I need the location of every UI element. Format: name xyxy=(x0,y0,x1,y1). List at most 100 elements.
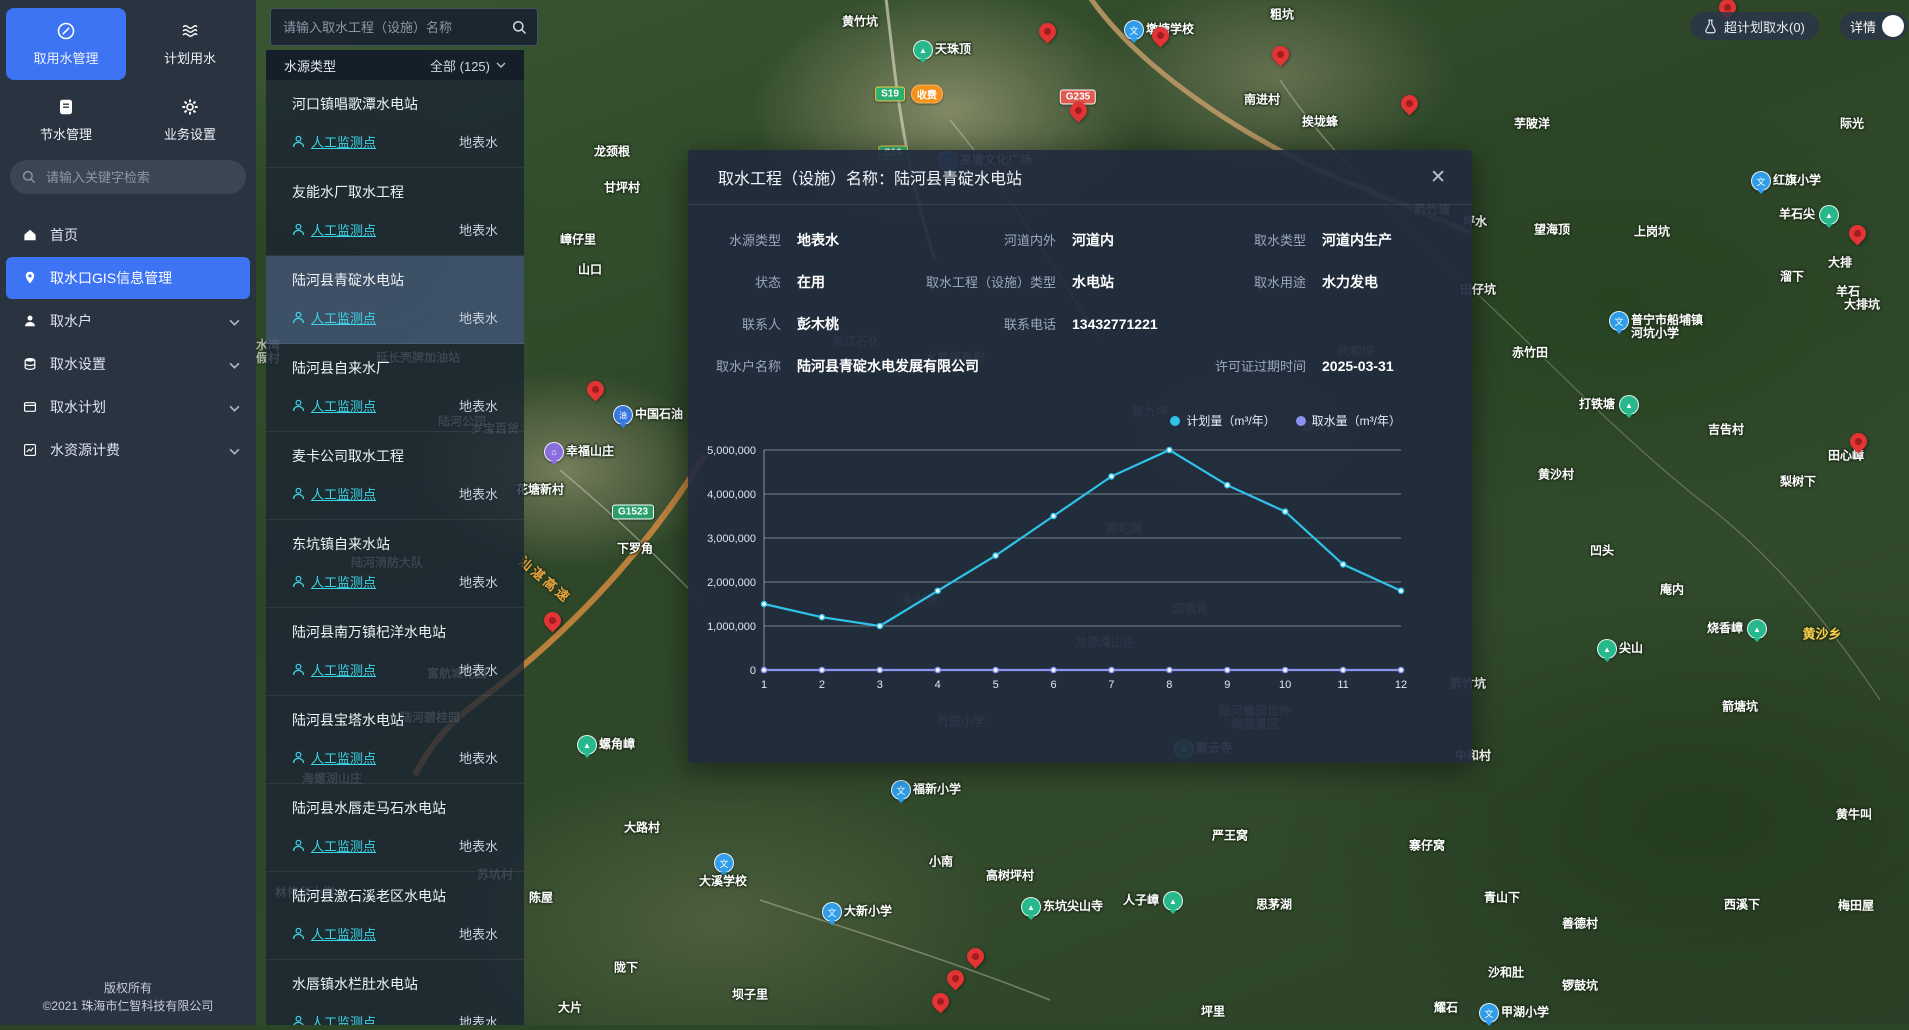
station-name: 河口镇唱歌潭水电站 xyxy=(292,94,498,114)
list-item[interactable]: 友能水厂取水工程人工监测点地表水 xyxy=(266,168,524,256)
filter-value: 全部 (125) xyxy=(430,56,490,75)
blue-poi-icon[interactable]: 文 xyxy=(1609,311,1629,331)
svg-text:7: 7 xyxy=(1108,679,1114,690)
monitor-link[interactable]: 人工监测点 xyxy=(292,1012,376,1025)
list-item[interactable]: 陆河县宝塔水电站人工监测点地表水 xyxy=(266,696,524,784)
flask-icon xyxy=(1704,19,1717,34)
green-poi-icon[interactable]: ▲ xyxy=(1021,897,1041,917)
list-item[interactable]: 河口镇唱歌潭水电站人工监测点地表水 xyxy=(266,80,524,168)
monitor-link[interactable]: 人工监测点 xyxy=(292,484,376,503)
module-3[interactable]: 节水管理 xyxy=(6,84,126,156)
list-item[interactable]: 陆河县水唇走马石水电站人工监测点地表水 xyxy=(266,784,524,872)
green-poi-icon[interactable]: ▲ xyxy=(1747,619,1767,639)
monitor-link[interactable]: 人工监测点 xyxy=(292,396,376,415)
sidebar-item-5[interactable]: 取水计划 xyxy=(0,386,256,428)
field-label: 许可证过期时间 xyxy=(1188,356,1306,375)
module-4[interactable]: 业务设置 xyxy=(130,84,250,156)
map-label: 芋陂洋 xyxy=(1514,118,1550,131)
blue-poi-icon[interactable]: 文 xyxy=(822,902,842,922)
station-name: 水唇镇水栏肚水电站 xyxy=(292,974,498,994)
monitor-link[interactable]: 人工监测点 xyxy=(292,660,376,679)
sidebar-item-4[interactable]: 取水设置 xyxy=(0,343,256,385)
field-label: 状态 xyxy=(696,272,781,291)
map-label: 南进村 xyxy=(1244,94,1280,107)
station-name: 陆河县宝塔水电站 xyxy=(292,710,498,730)
map-label: 严王窝 xyxy=(1212,830,1248,843)
modal-field: 联系人彭木桃 xyxy=(696,314,839,334)
over-plan-label: 超计划取水(0) xyxy=(1724,17,1805,36)
search-icon[interactable] xyxy=(512,20,527,35)
field-label: 取水用途 xyxy=(1188,272,1306,291)
list-item[interactable]: 陆河县激石溪老区水电站人工监测点地表水 xyxy=(266,872,524,960)
modal-field: 取水用途水力发电 xyxy=(1188,272,1378,292)
green-poi-icon[interactable]: ▲ xyxy=(1597,639,1617,659)
sidebar-search-input[interactable] xyxy=(44,169,234,186)
database-icon xyxy=(22,356,38,372)
filter-label: 水源类型 xyxy=(284,56,336,75)
toggle-knob[interactable] xyxy=(1882,15,1904,37)
poi-label: 大溪学校 xyxy=(699,875,747,888)
sidebar-item-label: 取水计划 xyxy=(50,397,217,417)
monitor-link[interactable]: 人工监测点 xyxy=(292,132,376,151)
list-item[interactable]: 麦卡公司取水工程人工监测点地表水 xyxy=(266,432,524,520)
list-item[interactable]: 陆河县自来水厂人工监测点地表水 xyxy=(266,344,524,432)
svg-text:4: 4 xyxy=(935,679,941,690)
module-2[interactable]: 计划用水 xyxy=(130,8,250,80)
blue-poi-icon[interactable]: 文 xyxy=(1479,1003,1499,1023)
field-value: 水力发电 xyxy=(1322,272,1378,292)
green-poi-icon[interactable]: ▲ xyxy=(1163,891,1183,911)
detail-toggle[interactable]: 详情 xyxy=(1840,12,1908,40)
list-item[interactable]: 水唇镇水栏肚水电站人工监测点地表水 xyxy=(266,960,524,1025)
station-list: 河口镇唱歌潭水电站人工监测点地表水友能水厂取水工程人工监测点地表水陆河县青碇水电… xyxy=(266,80,524,1025)
green-poi-icon[interactable]: ▲ xyxy=(1819,205,1839,225)
sidebar-item-1[interactable]: 首页 xyxy=(0,214,256,256)
station-list-panel: 水源类型 全部 (125) 河口镇唱歌潭水电站人工监测点地表水友能水厂取水工程人… xyxy=(266,50,524,1025)
sidebar-item-2[interactable]: 取水口GIS信息管理 xyxy=(6,257,250,299)
source-filter-dropdown[interactable]: 全部 (125) xyxy=(430,56,506,75)
station-name: 陆河县自来水厂 xyxy=(292,358,498,378)
map-label: 梨树下 xyxy=(1780,476,1816,489)
blue-poi-icon[interactable]: 文 xyxy=(1124,20,1144,40)
list-item[interactable]: 陆河县南万镇杞洋水电站人工监测点地表水 xyxy=(266,608,524,696)
map-label: 锣鼓坑 xyxy=(1562,980,1598,993)
station-name: 东坑镇自来水站 xyxy=(292,534,498,554)
poi-label: 幸福山庄 xyxy=(566,445,614,458)
monitor-link[interactable]: 人工监测点 xyxy=(292,572,376,591)
close-icon[interactable]: ✕ xyxy=(1430,168,1446,187)
field-label: 联系电话 xyxy=(896,314,1056,333)
module-1[interactable]: 取用水管理 xyxy=(6,8,126,80)
gas-poi-icon[interactable]: 油 xyxy=(613,405,633,425)
list-item[interactable]: 东坑镇自来水站人工监测点地表水 xyxy=(266,520,524,608)
map-label: 甘坪村 xyxy=(604,182,640,195)
svg-text:3: 3 xyxy=(877,679,883,690)
person-icon xyxy=(22,313,38,329)
monitor-link[interactable]: 人工监测点 xyxy=(292,924,376,943)
sidebar-search-box[interactable] xyxy=(10,160,246,194)
field-value: 彭木桃 xyxy=(797,314,839,334)
list-item[interactable]: 陆河县青碇水电站人工监测点地表水 xyxy=(266,256,524,344)
module-label: 业务设置 xyxy=(164,124,216,143)
blue-poi-icon[interactable]: 文 xyxy=(714,853,734,873)
station-search-input[interactable] xyxy=(281,19,504,36)
purple-poi-icon[interactable]: ⌂ xyxy=(544,442,564,462)
green-poi-icon[interactable]: ▲ xyxy=(913,40,933,60)
over-plan-button[interactable]: 超计划取水(0) xyxy=(1690,12,1819,40)
monitor-link[interactable]: 人工监测点 xyxy=(292,308,376,327)
green-poi-icon[interactable]: ▲ xyxy=(1619,395,1639,415)
chevron-down-icon xyxy=(496,62,506,68)
svg-text:2: 2 xyxy=(819,679,825,690)
svg-text:0: 0 xyxy=(750,665,756,677)
map-label: 箭塘坑 xyxy=(1722,701,1758,714)
green-poi-icon[interactable]: ▲ xyxy=(577,735,597,755)
map-label: 大片 xyxy=(558,1002,582,1015)
map-label: 黄沙村 xyxy=(1538,469,1574,482)
modal-field: 取水户名称陆河县青碇水电发展有限公司 xyxy=(696,356,979,376)
sidebar-item-3[interactable]: 取水户 xyxy=(0,300,256,342)
sidebar-item-6[interactable]: 水资源计费 xyxy=(0,429,256,471)
blue-poi-icon[interactable]: 文 xyxy=(1751,171,1771,191)
station-search-box[interactable] xyxy=(270,8,538,46)
monitor-link[interactable]: 人工监测点 xyxy=(292,220,376,239)
monitor-link[interactable]: 人工监测点 xyxy=(292,836,376,855)
monitor-link[interactable]: 人工监测点 xyxy=(292,748,376,767)
blue-poi-icon[interactable]: 文 xyxy=(891,780,911,800)
